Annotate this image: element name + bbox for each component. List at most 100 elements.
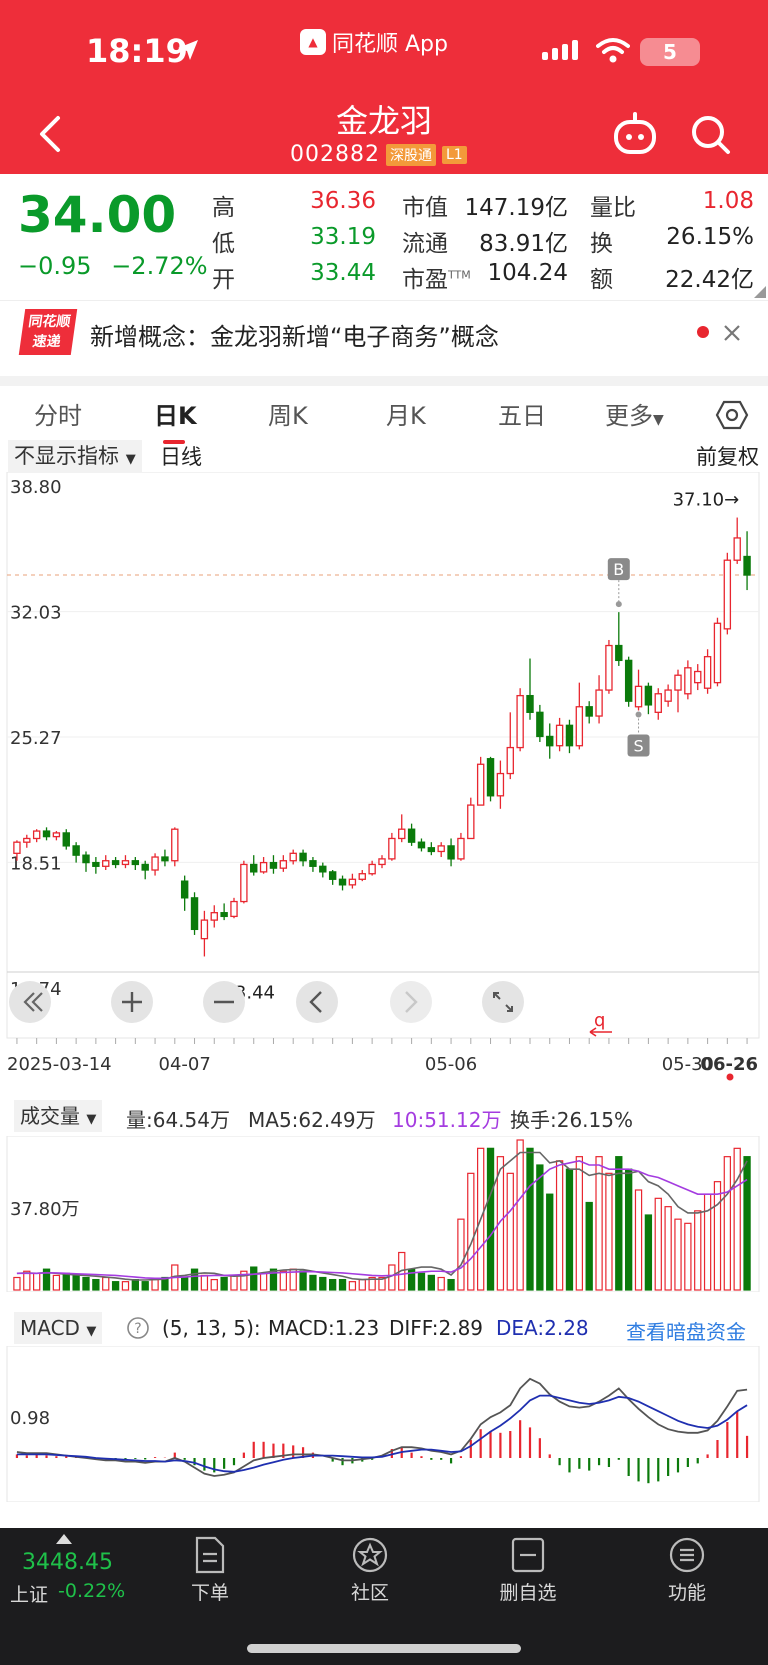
candle-up	[506, 746, 514, 775]
battery-indicator: 5	[640, 38, 700, 66]
status-app: ▲ 同花顺 App	[300, 26, 448, 58]
index-up-arrow-icon	[56, 1534, 72, 1544]
zoom-out-button[interactable]	[203, 981, 245, 1023]
candle-up	[388, 837, 396, 860]
volume-bar-down	[585, 1201, 593, 1291]
volume-bar-down	[131, 1278, 139, 1291]
volume-bar-down	[250, 1266, 258, 1291]
volume-ratio-value: 1.08	[702, 188, 754, 214]
nav-community[interactable]: 社区	[315, 1536, 425, 1605]
buy-signal-marker[interactable]: B	[607, 558, 630, 581]
news-banner[interactable]: 同花顺 速递 新增概念：金龙羽新增“电子商务”概念	[0, 300, 768, 364]
close-icon[interactable]	[722, 323, 742, 343]
adjust-select[interactable]: 前复权	[696, 441, 759, 471]
candle-up	[151, 856, 159, 871]
volume-bar-up	[723, 1156, 731, 1291]
candle-up	[634, 685, 643, 708]
candle-down	[546, 735, 554, 747]
wifi-icon	[596, 38, 630, 63]
menu-circle-icon	[669, 1537, 705, 1573]
volume-bar-down	[82, 1276, 90, 1291]
tab-monthly-k[interactable]: 月K	[386, 396, 426, 431]
nav-remove-watchlist[interactable]: 删自选	[473, 1536, 583, 1605]
macd-indicator-select[interactable]: MACD ▼	[14, 1312, 103, 1344]
candle-up	[516, 694, 524, 749]
candle-up	[102, 860, 110, 867]
sell-signal-marker[interactable]: S	[627, 734, 650, 757]
zoom-in-button[interactable]	[111, 981, 153, 1023]
tab-five-day[interactable]: 五日	[498, 396, 546, 431]
candle-up	[476, 763, 485, 806]
volume-bar-down	[111, 1281, 120, 1291]
news-logo: 同花顺 速递	[18, 309, 78, 355]
amount-value: 22.42亿	[665, 267, 754, 293]
period-label: 日线	[160, 445, 202, 469]
tab-weekly-k[interactable]: 周K	[268, 396, 308, 431]
dark-pool-link[interactable]: 查看暗盘资金	[626, 1316, 746, 1345]
volume-bar-up	[674, 1218, 682, 1291]
candle-down	[92, 861, 100, 867]
volume-bar-down	[546, 1193, 554, 1291]
nav-functions[interactable]: 功能	[632, 1536, 742, 1605]
fast-back-button[interactable]	[9, 981, 51, 1023]
connect-badge: 深股通	[385, 143, 436, 166]
volume-y-label: 37.80万	[10, 1199, 80, 1220]
macd-histogram	[15, 1411, 749, 1484]
volume-bar-down	[329, 1278, 337, 1291]
volume-bar-up	[437, 1276, 445, 1291]
period-tabs: 分时 日K 周K 月K 五日 更多▼	[0, 376, 768, 444]
settings-hexagon-icon[interactable]	[715, 398, 749, 432]
nav-order[interactable]: 下单	[155, 1536, 265, 1605]
index-value[interactable]: 3448.45	[22, 1550, 113, 1575]
pan-left-button[interactable]	[296, 981, 338, 1023]
caret-down-icon: ▼	[125, 452, 136, 467]
search-icon[interactable]	[690, 114, 732, 156]
volume-bar-up	[259, 1272, 268, 1291]
robot-assistant-icon[interactable]	[612, 112, 658, 156]
candle-up	[595, 689, 603, 717]
volume-indicator-select[interactable]: 成交量 ▼	[14, 1100, 103, 1132]
change-value: −0.95	[18, 252, 92, 280]
candle-down	[269, 861, 278, 869]
macd-chart[interactable]: 0.98	[0, 1346, 768, 1502]
help-icon[interactable]: ?	[126, 1316, 150, 1340]
pe-label: 市盈TTM	[402, 260, 471, 294]
macd-y-label: 0.98	[10, 1408, 50, 1429]
pe-ttm-sup: TTM	[448, 268, 471, 282]
candle-up	[240, 863, 248, 903]
volume-bar-up	[575, 1156, 583, 1291]
volume-bar-down	[526, 1147, 534, 1291]
volume-bar-down	[417, 1272, 426, 1291]
expand-corner-icon[interactable]	[754, 286, 766, 298]
macd-diff: DIFF:2.89	[389, 1316, 484, 1340]
candle-up	[358, 873, 366, 880]
candle-down	[536, 711, 544, 738]
x-axis-label: 06-26	[700, 1054, 758, 1075]
kline-chart[interactable]: 38.8032.0325.2718.5111.74 37.10→ ←13.44 …	[0, 472, 768, 1092]
candle-down	[250, 863, 258, 873]
candle-down	[644, 685, 653, 706]
kline-x-axis: 2025-03-14 04-07 05-06 05-3006-26	[7, 1038, 758, 1075]
index-name[interactable]: 上证	[10, 1580, 48, 1607]
candle-up	[368, 863, 376, 875]
volume-bar-up	[664, 1206, 672, 1291]
status-app-name: 同花顺 App	[332, 32, 448, 57]
kline-y-axis: 38.8032.0325.2718.5111.74	[10, 477, 62, 1000]
fullscreen-button[interactable]	[482, 981, 524, 1023]
volume-bar-up	[467, 1172, 475, 1291]
candle-up	[279, 860, 288, 869]
tab-timeshare[interactable]: 分时	[34, 396, 82, 431]
tab-more[interactable]: 更多▼	[605, 396, 664, 431]
macd-select-label: MACD	[20, 1316, 80, 1340]
header: 18:19 ▲ 同花顺 App 5 金龙羽 002882 深股通 L1	[0, 0, 768, 174]
indicator-select[interactable]: 不显示指标 ▼	[8, 440, 142, 472]
news-text[interactable]: 新增概念：金龙羽新增“电子商务”概念	[90, 317, 499, 352]
change-percent: −2.72%	[111, 252, 208, 280]
pan-right-button[interactable]	[390, 981, 432, 1023]
index-change[interactable]: -0.22%	[58, 1580, 125, 1602]
tab-daily-k[interactable]: 日K	[154, 396, 197, 431]
candle-up	[654, 693, 662, 713]
volume-bar-up	[358, 1278, 366, 1291]
volume-bar-up	[654, 1197, 662, 1291]
volume-chart[interactable]: 37.80万	[0, 1136, 768, 1292]
